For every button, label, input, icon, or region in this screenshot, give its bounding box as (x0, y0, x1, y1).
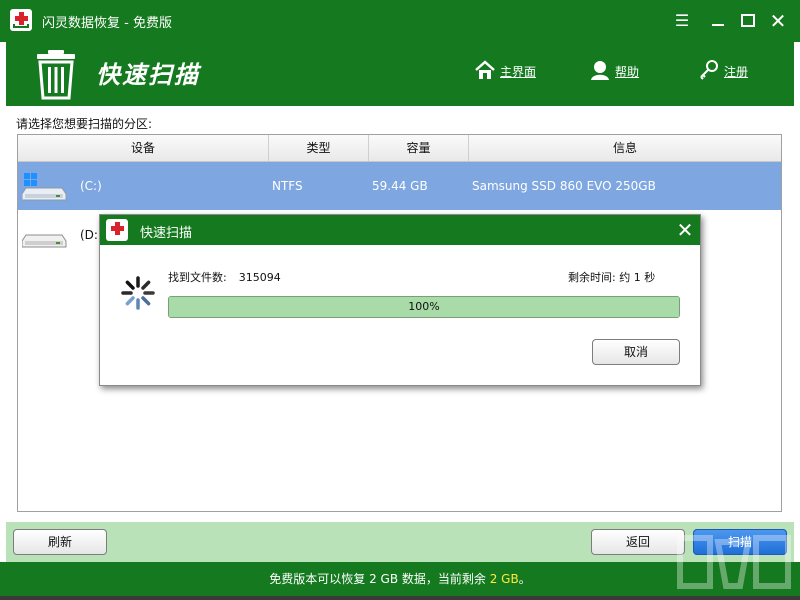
status-text: 免费版本可以恢复 2 GB 数据，当前剩余 (269, 572, 486, 586)
trash-icon (34, 48, 78, 103)
nav-help-link[interactable]: 帮助 (589, 58, 639, 84)
column-header-capacity[interactable]: 容量 (369, 135, 469, 161)
cancel-button[interactable]: 取消 (592, 339, 680, 365)
minimize-icon[interactable] (707, 10, 729, 32)
windows-drive-icon (21, 172, 68, 201)
status-remaining: 2 GB (489, 572, 519, 586)
status-suffix: 。 (518, 572, 531, 586)
nav-home-label: 主界面 (500, 64, 537, 79)
table-row[interactable]: (C:) NTFS 59.44 GB Samsung SSD 860 EVO 2… (18, 162, 781, 210)
hard-drive-icon (21, 221, 68, 249)
partition-device: (C:) (80, 179, 102, 193)
files-found-label: 找到文件数: (168, 271, 227, 284)
partition-type: NTFS (272, 179, 303, 193)
taskbar-strip (0, 596, 800, 600)
partition-capacity: 59.44 GB (372, 179, 428, 193)
close-icon[interactable]: ✕ (767, 10, 789, 32)
scan-progress-dialog: 快速扫描 ✕ 找到文件数: 315094 剩余时间: 约 1 秒 100% 取消 (99, 214, 701, 386)
nav-help-label: 帮助 (615, 64, 640, 79)
remaining-time: 剩余时间: 约 1 秒 (568, 271, 656, 284)
scan-progress-bar: 100% (168, 296, 680, 318)
user-help-icon (589, 59, 611, 84)
spinner-icon (120, 275, 156, 314)
column-header-type[interactable]: 类型 (269, 135, 369, 161)
maximize-icon[interactable] (737, 10, 759, 32)
title-bar: 闪灵数据恢复 - 免费版 ☰ ✕ (0, 0, 800, 42)
window-title: 闪灵数据恢复 - 免费版 (42, 16, 172, 31)
column-header-device[interactable]: 设备 (18, 135, 269, 161)
nav-home-link[interactable]: 主界面 (474, 58, 536, 84)
key-icon (698, 59, 720, 84)
table-header: 设备 类型 容量 信息 (18, 135, 781, 162)
nav-register-link[interactable]: 注册 (698, 58, 748, 84)
watermark-logo-icon (670, 528, 798, 596)
dialog-title-bar: 快速扫描 ✕ (100, 215, 700, 245)
progress-text: 100% (408, 300, 440, 313)
header-title: 快速扫描 (96, 61, 200, 89)
files-found-count: 315094 (238, 271, 281, 284)
column-header-info[interactable]: 信息 (469, 135, 781, 161)
nav-register-label: 注册 (724, 64, 749, 79)
menu-icon[interactable]: ☰ (671, 10, 693, 32)
dialog-title: 快速扫描 (140, 226, 193, 241)
files-found: 找到文件数: 315094 (168, 269, 281, 285)
app-logo-icon (10, 9, 32, 31)
partition-prompt: 请选择您想要扫描的分区: (16, 117, 153, 131)
partition-info: Samsung SSD 860 EVO 250GB (472, 179, 656, 193)
close-icon[interactable]: ✕ (674, 219, 696, 241)
app-window: 闪灵数据恢复 - 免费版 ☰ ✕ 快速扫描 主界面 帮助 注册 请选择您想要扫描… (0, 0, 800, 600)
app-logo-icon (106, 219, 128, 241)
home-icon (474, 59, 496, 84)
header-band: 快速扫描 主界面 帮助 注册 (6, 42, 794, 106)
refresh-button[interactable]: 刷新 (13, 529, 107, 555)
